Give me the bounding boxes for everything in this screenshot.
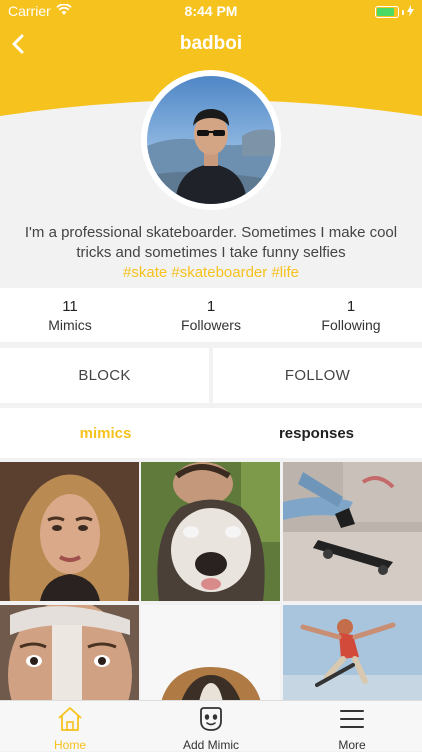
avatar[interactable] xyxy=(147,76,275,204)
status-time: 8:44 PM xyxy=(184,3,238,19)
battery-indicator xyxy=(375,4,414,20)
profile-bio: I'm a professional skateboarder. Sometim… xyxy=(20,223,402,283)
tabbar-add-mimic[interactable]: Add Mimic xyxy=(141,705,281,752)
stat-following-label: Following xyxy=(321,317,381,333)
tab-responses[interactable]: responses xyxy=(211,408,422,458)
menu-icon xyxy=(340,710,364,728)
stat-followers[interactable]: 1 Followers xyxy=(141,298,281,334)
battery-icon xyxy=(375,6,399,18)
stat-mimics-label: Mimics xyxy=(48,317,92,333)
profile-actions: BLOCK FOLLOW xyxy=(0,348,422,403)
bio-hashtags[interactable]: #skate #skateboarder #life xyxy=(20,263,402,283)
tab-mimics[interactable]: mimics xyxy=(0,408,211,458)
bio-line-2: tricks and sometimes I take funny selfie… xyxy=(76,244,346,261)
bottom-tab-bar: Home Add Mimic More xyxy=(0,700,422,752)
page-title: badboi xyxy=(179,33,243,54)
follow-button[interactable]: FOLLOW xyxy=(213,348,422,403)
mimic-thumbnail[interactable] xyxy=(283,462,422,601)
mimics-grid xyxy=(0,462,422,702)
tabbar-more[interactable]: More xyxy=(282,705,422,752)
block-button[interactable]: BLOCK xyxy=(0,348,209,403)
bio-line-1: I'm a professional skateboarder. Sometim… xyxy=(24,224,398,241)
stat-mimics-count: 11 xyxy=(62,298,78,315)
charging-icon xyxy=(407,4,414,20)
stat-mimics[interactable]: 11 Mimics xyxy=(0,298,140,334)
mimic-thumbnail[interactable] xyxy=(283,605,422,702)
profile-stats: 11 Mimics 1 Followers 1 Following xyxy=(0,288,422,342)
content-tabs: mimics responses xyxy=(0,408,422,458)
tabbar-home[interactable]: Home xyxy=(0,705,140,752)
mimic-thumbnail[interactable] xyxy=(0,605,139,702)
avatar-frame xyxy=(141,70,281,210)
stat-following-count: 1 xyxy=(346,298,356,315)
stat-following[interactable]: 1 Following xyxy=(281,298,421,334)
mimic-face-icon xyxy=(200,707,222,731)
mimic-thumbnail[interactable] xyxy=(141,605,280,702)
mimic-thumbnail[interactable] xyxy=(141,462,280,601)
nav-bar: badboi xyxy=(0,24,422,64)
stat-followers-count: 1 xyxy=(206,298,216,315)
mimic-thumbnail[interactable] xyxy=(0,462,139,601)
status-bar: Carrier 8:44 PM xyxy=(0,0,422,22)
stat-followers-label: Followers xyxy=(181,317,241,333)
home-icon xyxy=(58,707,82,731)
